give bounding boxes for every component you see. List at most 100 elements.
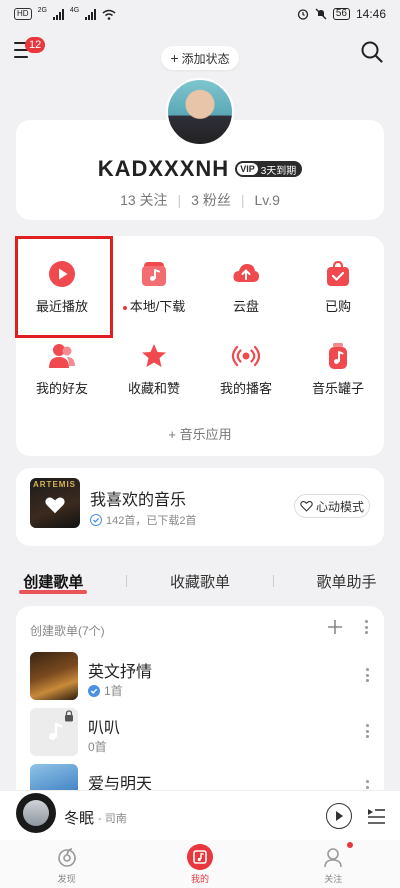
vip-logo: VIP	[237, 163, 258, 175]
nav-follow[interactable]: 关注	[293, 840, 373, 888]
playlist-item[interactable]: 英文抒情 1首	[30, 652, 370, 702]
album-disc[interactable]	[16, 793, 56, 833]
heart-mode-button[interactable]: 心动模式	[294, 494, 370, 518]
tab-divider	[272, 575, 274, 587]
wifi-icon	[102, 9, 116, 20]
album-art	[23, 800, 49, 826]
add-playlist-icon[interactable]	[326, 618, 344, 636]
level-badge[interactable]: Lv.9	[255, 192, 280, 208]
heart-icon	[45, 497, 65, 514]
following-count[interactable]: 13 关注	[120, 190, 167, 210]
app-label: 云盘	[232, 299, 259, 314]
playlist-count-text: 0首	[88, 740, 107, 754]
playlist-more-icon[interactable]	[362, 620, 370, 634]
app-label: 本地/下载	[122, 296, 186, 315]
app-music-jar[interactable]: 音乐罐子	[292, 328, 384, 404]
app-purchased[interactable]: 已购	[292, 246, 384, 322]
battery-indicator: 56	[332, 8, 350, 20]
playlist-card: 创建歌单(7个) 英文抒情 1首 叭叭 0首 爱与明天	[16, 606, 384, 806]
nav-discover[interactable]: 发现	[27, 840, 107, 888]
favorite-title: 我喜欢的音乐	[90, 492, 187, 509]
nav-label: 发现	[57, 874, 76, 884]
app-favorites[interactable]: 收藏和赞	[108, 328, 200, 404]
nav-label: 我的	[190, 874, 209, 884]
playlist-count-text: 1首	[104, 684, 123, 698]
play-button[interactable]	[326, 803, 352, 829]
new-dot	[122, 305, 127, 310]
song-artist: - 司南	[98, 813, 127, 825]
clock: 14:46	[355, 7, 386, 21]
tab-created-playlists[interactable]: 创建歌单	[19, 571, 88, 594]
app-label: 最近播放	[35, 299, 88, 314]
nav-label: 关注	[324, 874, 343, 884]
playlist-item-more-icon[interactable]	[364, 724, 370, 738]
add-status-label: 添加状态	[181, 51, 230, 66]
search-icon[interactable]	[360, 40, 384, 64]
lock-icon	[65, 710, 73, 722]
bottom-nav: 发现 我的 关注	[0, 840, 400, 888]
avatar[interactable]	[166, 78, 234, 146]
hd-badge: HD	[14, 8, 32, 20]
network-type-2: 4G	[69, 6, 80, 14]
playlist-name: 叭叭	[88, 720, 121, 737]
plus-icon: +	[170, 50, 179, 66]
friends-icon	[49, 344, 75, 368]
vip-badge[interactable]: VIP 3天到期	[235, 161, 303, 177]
music-note-icon	[49, 722, 63, 740]
tab-collected-playlists[interactable]: 收藏歌单	[166, 571, 234, 592]
follow-icon	[320, 844, 346, 870]
music-apps-button[interactable]: + 音乐应用	[16, 424, 384, 443]
playlist-name: 英文抒情	[88, 664, 153, 681]
playlist-item-more-icon[interactable]	[364, 668, 370, 682]
mini-player[interactable]: 冬眠 - 司南	[0, 790, 400, 840]
app-local-download[interactable]: 本地/下载	[108, 246, 200, 322]
my-music-icon	[186, 844, 213, 870]
recent-play-icon	[49, 261, 75, 287]
mute-icon	[315, 8, 327, 20]
network-type-1: 2G	[37, 6, 47, 14]
divider: |	[177, 192, 182, 208]
status-left: HD 2G 4G	[14, 6, 116, 20]
favorite-cover: ARTEMIS	[30, 478, 80, 528]
username[interactable]: KADXXXNH	[98, 156, 229, 182]
playlist-item[interactable]: 叭叭 0首	[30, 708, 370, 758]
app-label: 已购	[324, 299, 351, 314]
app-friends[interactable]: 我的好友	[16, 328, 108, 404]
heart-mode-label: 心动模式	[315, 499, 364, 514]
purchased-icon	[327, 260, 349, 286]
nav-mine[interactable]: 我的	[160, 840, 240, 888]
favorite-subtitle: 142首，已下载2首	[90, 512, 196, 528]
app-recent-play[interactable]: 最近播放	[16, 246, 108, 322]
top-bar: 12 + 添加状态	[0, 36, 400, 76]
heart-outline-icon	[300, 501, 313, 512]
username-row: KADXXXNH VIP 3天到期	[16, 156, 384, 182]
plus-icon: +	[168, 427, 180, 442]
signal-icon-2	[85, 8, 97, 20]
app-cloud-disk[interactable]: 云盘	[200, 246, 292, 322]
status-right: 56 14:46	[297, 7, 386, 21]
favorites-icon	[142, 344, 166, 367]
tab-playlist-assistant[interactable]: 歌单助手	[313, 571, 381, 592]
favorite-music-card[interactable]: ARTEMIS 我喜欢的音乐 142首，已下载2首 心动模式	[16, 468, 384, 546]
add-status-button[interactable]: + 添加状态	[161, 46, 239, 70]
app-label: 收藏和赞	[127, 381, 180, 396]
music-apps-label: 音乐应用	[179, 427, 232, 442]
downloaded-check-icon	[90, 514, 102, 526]
cloud-disk-icon	[233, 264, 260, 282]
playlist-cover	[30, 652, 78, 700]
playlist-queue-icon[interactable]	[366, 805, 386, 825]
music-jar-icon	[329, 343, 347, 369]
play-icon	[336, 811, 343, 821]
app-label-text: 本地/下载	[129, 299, 186, 314]
app-label: 我的播客	[219, 381, 272, 396]
divider: |	[240, 192, 245, 208]
podcast-icon	[232, 345, 260, 367]
local-download-icon	[142, 262, 166, 286]
playlist-tabs: 创建歌单 收藏歌单 歌单助手	[0, 566, 400, 596]
vip-expiry: 3天到期	[260, 165, 297, 177]
notification-badge: 12	[25, 37, 46, 53]
app-podcast[interactable]: 我的播客	[200, 328, 292, 404]
menu-icon-line	[14, 56, 28, 58]
followers-count[interactable]: 3 粉丝	[191, 190, 231, 210]
playlist-count: 1首	[88, 682, 123, 699]
